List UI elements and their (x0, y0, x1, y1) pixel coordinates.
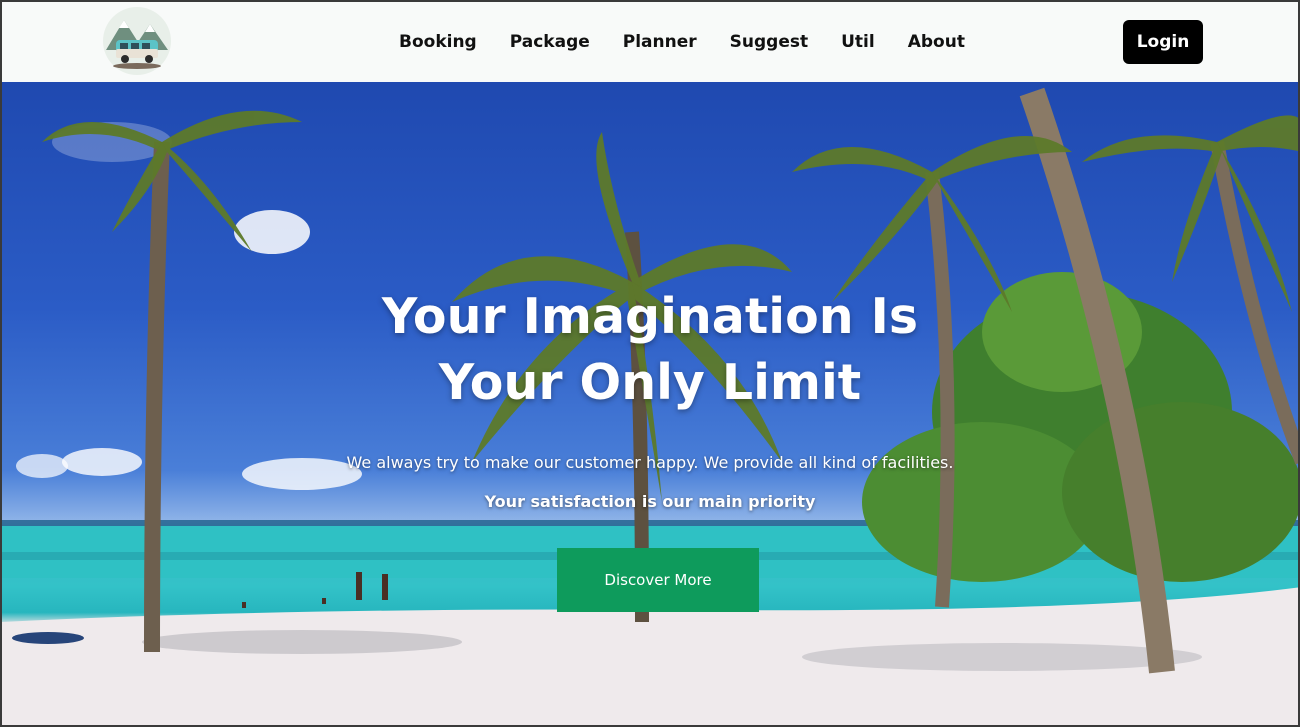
hero-headline-line-2: Your Only Limit (438, 354, 862, 411)
nav-link-booking[interactable]: Booking (399, 32, 477, 52)
hero-tagline: We always try to make our customer happy… (346, 453, 954, 472)
hero-section: Your Imagination Is Your Only Limit We a… (2, 82, 1298, 725)
hero-priority-text: Your satisfaction is our main priority (484, 492, 816, 511)
nav-link-about[interactable]: About (908, 32, 965, 52)
hero-headline: Your Imagination Is Your Only Limit (2, 284, 1298, 416)
nav-link-planner[interactable]: Planner (623, 32, 697, 52)
hero-content: Your Imagination Is Your Only Limit We a… (2, 82, 1298, 725)
navbar: Booking Package Planner Suggest Util Abo… (2, 2, 1298, 82)
browser-viewport: Booking Package Planner Suggest Util Abo… (0, 0, 1300, 727)
nav-link-package[interactable]: Package (510, 32, 590, 52)
main-nav: Booking Package Planner Suggest Util Abo… (399, 2, 965, 82)
hero-headline-line-1: Your Imagination Is (381, 288, 919, 345)
login-button[interactable]: Login (1123, 20, 1203, 64)
nav-link-util[interactable]: Util (841, 32, 875, 52)
discover-more-button[interactable]: Discover More (557, 548, 759, 612)
nav-link-suggest[interactable]: Suggest (730, 32, 808, 52)
camper-van-logo-icon[interactable] (102, 6, 172, 76)
